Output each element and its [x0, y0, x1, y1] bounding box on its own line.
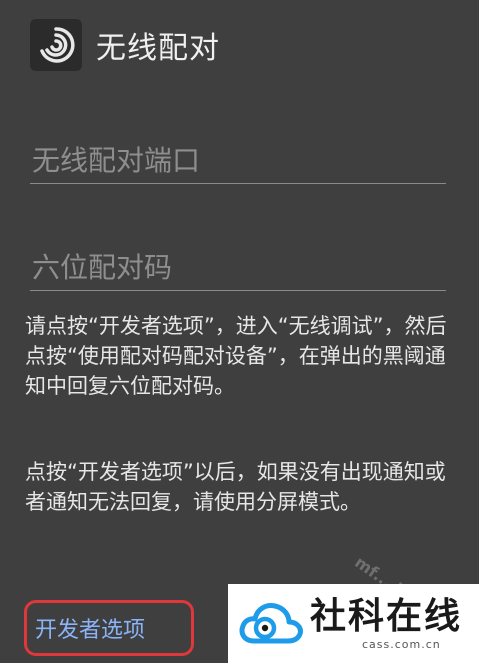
- logo-subtext: cass.com.cn: [362, 637, 441, 651]
- logo-text: 社科在线: [310, 595, 463, 637]
- site-logo-badge: 社科在线 cass.com.cn: [228, 584, 479, 663]
- cloud-logo-icon: [239, 602, 303, 643]
- dialog-title: 无线配对: [96, 31, 220, 66]
- instructions-paragraph-1: 请点按“开发者选项”，进入“无线调试”，然后点按“使用配对码配对设备”，在弹出的…: [25, 314, 447, 398]
- pairing-port-field[interactable]: [30, 138, 446, 184]
- pairing-port-input[interactable]: [30, 138, 446, 182]
- pairing-pin-input[interactable]: [30, 245, 446, 289]
- spiral-icon-graphic: [40, 27, 75, 63]
- developer-options-button[interactable]: 开发者选项: [24, 600, 194, 656]
- dialog-header: 无线配对: [30, 19, 220, 71]
- instructions-paragraph-2: 点按“开发者选项”以后，如果没有出现通知或者通知无法回复，请使用分屏模式。: [25, 460, 446, 514]
- spiral-app-icon: [30, 19, 82, 71]
- logo-text-group: 社科在线 cass.com.cn: [310, 596, 462, 652]
- wireless-pairing-dialog: 无线配对 请点按“开发者选项”，进入“无线调试”，然后点按“使用配对码配对设备”…: [0, 0, 479, 663]
- pairing-pin-field[interactable]: [30, 245, 446, 291]
